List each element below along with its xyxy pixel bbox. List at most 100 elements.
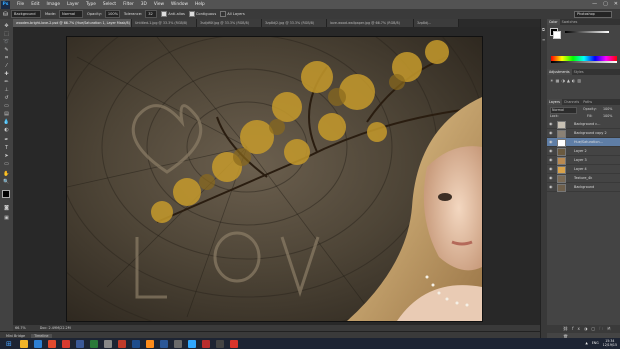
taskbar-app-icon[interactable] — [90, 339, 98, 348]
paint-bucket-icon[interactable]: ⛁ — [3, 11, 8, 18]
menu-file[interactable]: File — [17, 2, 24, 7]
visibility-eye-icon[interactable]: ◉ — [549, 158, 553, 162]
tab-layers[interactable]: Layers — [547, 99, 562, 105]
tab-untitled-1[interactable]: Untitled-1.jpg @ 33.3% (RGB/8) — [132, 19, 197, 27]
tab-adjustments[interactable]: Adjustments — [547, 69, 572, 75]
quick-select-tool-icon[interactable]: ✎ — [2, 47, 11, 54]
all-layers-checkbox[interactable] — [220, 11, 227, 17]
type-tool-icon[interactable]: T — [2, 145, 11, 152]
quick-mask-icon[interactable]: ◙ — [2, 205, 11, 212]
foreground-color-swatch[interactable] — [2, 190, 10, 198]
layer-row[interactable]: ◉ Background c... — [547, 120, 620, 129]
layer-row[interactable]: ◉ Layer 3 — [547, 156, 620, 165]
menu-view[interactable]: View — [154, 2, 164, 7]
tab-3sdjdf0f[interactable]: 3sdjdf0f.jpg @ 33.3% (RGB/8) — [197, 19, 262, 27]
language-indicator[interactable]: ENG — [592, 341, 599, 345]
adjustment-icons[interactable]: ☀▦◑▲◐▥ — [550, 78, 583, 83]
mode-select[interactable]: Normal — [59, 10, 84, 18]
taskbar-app-icon[interactable] — [62, 339, 70, 348]
tab-color[interactable]: Color — [547, 19, 560, 25]
taskbar-app-icon[interactable] — [174, 339, 182, 348]
tolerance-input[interactable]: 32 — [145, 10, 158, 18]
healing-tool-icon[interactable]: ✚ — [2, 71, 11, 78]
gradient-tool-icon[interactable]: ▤ — [2, 111, 11, 118]
layer-row-selected[interactable]: ◉ Hue/Saturation... — [547, 138, 620, 147]
tab-timeline[interactable]: Timeline — [31, 333, 52, 338]
menu-edit[interactable]: Edit — [31, 2, 39, 7]
menu-type[interactable]: Type — [86, 2, 96, 7]
crop-tool-icon[interactable]: ⌗ — [2, 55, 11, 62]
taskbar-explorer-icon[interactable] — [20, 339, 28, 348]
tab-mini-bridge[interactable]: Mini Bridge — [3, 334, 28, 338]
taskbar-app-icon[interactable] — [202, 339, 210, 348]
lasso-tool-icon[interactable]: ➰ — [2, 39, 11, 46]
grayscale-ramp[interactable] — [551, 61, 617, 63]
menu-filter[interactable]: Filter — [123, 2, 134, 7]
taskbar-chrome-icon[interactable] — [48, 339, 56, 348]
blend-mode-select[interactable]: Normal — [550, 107, 577, 114]
visibility-eye-icon[interactable]: ◉ — [549, 185, 553, 189]
taskbar-photoshop-icon[interactable] — [188, 339, 196, 348]
minimize-icon[interactable]: — — [592, 1, 597, 7]
history-brush-tool-icon[interactable]: ↺ — [2, 95, 11, 102]
taskbar-app-icon[interactable] — [160, 339, 168, 348]
menu-layer[interactable]: Layer — [67, 2, 79, 7]
contiguous-checkbox[interactable] — [188, 11, 195, 17]
antialias-checkbox[interactable] — [161, 11, 168, 17]
zoom-level[interactable]: 66.7% — [15, 326, 26, 330]
maximize-icon[interactable]: ▢ — [603, 1, 608, 7]
tab-channels[interactable]: Channels — [562, 99, 581, 105]
path-select-tool-icon[interactable]: ➤ — [2, 153, 11, 160]
document-canvas[interactable] — [66, 36, 483, 322]
eyedropper-tool-icon[interactable]: ⁄ — [2, 63, 11, 70]
tab-paths[interactable]: Paths — [581, 99, 594, 105]
pen-tool-icon[interactable]: ✒ — [2, 137, 11, 144]
history-icon[interactable]: ⧉ — [542, 27, 545, 32]
tab-swatches[interactable]: Swatches — [560, 19, 580, 25]
hand-tool-icon[interactable]: ✋ — [2, 171, 11, 178]
menu-3d[interactable]: 3D — [141, 2, 147, 7]
close-icon[interactable]: ✕ — [614, 1, 618, 7]
visibility-eye-icon[interactable]: ◉ — [549, 167, 553, 171]
layers-footer-icons[interactable]: ⛓fx◑▢🗀🗎🗑 — [547, 325, 620, 339]
layer-row[interactable]: ◉ Layer 2 — [547, 147, 620, 156]
move-tool-icon[interactable]: ✥ — [2, 23, 11, 30]
fill-value[interactable]: 100% — [603, 114, 612, 118]
tab-extra[interactable]: 3zp8dj... — [414, 19, 459, 27]
eraser-tool-icon[interactable]: ▭ — [2, 103, 11, 110]
taskbar-app-icon[interactable] — [104, 339, 112, 348]
menu-help[interactable]: Help — [195, 2, 205, 7]
brush-tool-icon[interactable]: ✏ — [2, 79, 11, 86]
layer-opacity-value[interactable]: 100% — [603, 107, 612, 111]
taskbar-app-icon[interactable] — [132, 339, 140, 348]
taskbar-app-icon[interactable] — [216, 339, 224, 348]
taskbar-app-icon[interactable] — [118, 339, 126, 348]
visibility-eye-icon[interactable]: ◉ — [549, 140, 553, 144]
visibility-eye-icon[interactable]: ◉ — [549, 149, 553, 153]
blur-tool-icon[interactable]: 💧 — [2, 119, 11, 126]
taskbar-app-icon[interactable] — [230, 339, 238, 348]
opacity-input[interactable]: 100% — [104, 10, 120, 18]
properties-icon[interactable]: ≡ — [542, 37, 545, 42]
fill-source-select[interactable]: Background — [11, 10, 42, 18]
tab-wooden-bright-love[interactable]: wooden-bright-love-2.psd @ 66.7% (Hue/Sa… — [13, 19, 132, 27]
clock[interactable]: 15:34 12/19/15 — [603, 339, 617, 347]
tab-styles[interactable]: Styles — [572, 69, 586, 75]
start-button-icon[interactable]: ⊞ — [6, 339, 14, 348]
taskbar-ie-icon[interactable] — [34, 339, 42, 348]
menu-window[interactable]: Window — [171, 2, 188, 7]
shape-tool-icon[interactable]: ▭ — [2, 161, 11, 168]
layer-row[interactable]: ◉ Layer 4 — [547, 165, 620, 174]
tab-love-wood-wallpaper[interactable]: love-wood-wallpaper.jpg @ 66.7% (RGB/8) — [327, 19, 414, 27]
color-slider[interactable] — [565, 31, 609, 33]
menu-select[interactable]: Select — [103, 2, 116, 7]
tab-3zp8dj2[interactable]: 3zp8dj2.jpg @ 33.3% (RGB/8) — [262, 19, 327, 27]
taskbar-app-icon[interactable] — [76, 339, 84, 348]
stamp-tool-icon[interactable]: ⊥ — [2, 87, 11, 94]
visibility-eye-icon[interactable]: ◉ — [549, 122, 553, 126]
screen-mode-icon[interactable]: ▣ — [2, 215, 11, 222]
menu-image[interactable]: Image — [47, 2, 60, 7]
network-icon[interactable]: ▲ — [585, 341, 587, 345]
dodge-tool-icon[interactable]: ◐ — [2, 127, 11, 134]
workspace-select[interactable]: Photoshop — [574, 11, 612, 18]
